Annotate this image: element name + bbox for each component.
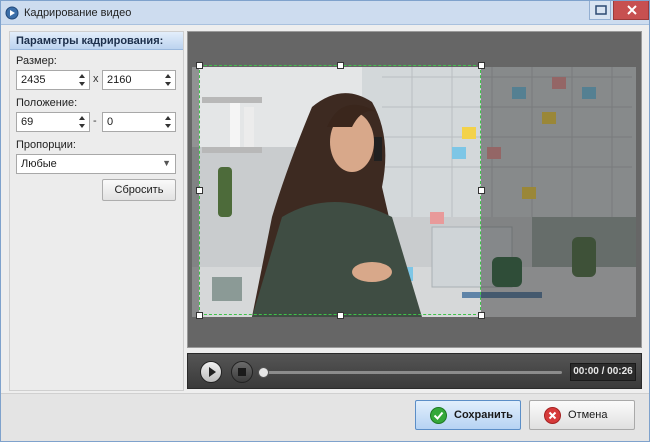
maximize-button[interactable] [589, 1, 611, 20]
width-spinbox[interactable]: 2435 [16, 70, 90, 90]
seek-thumb[interactable] [258, 367, 269, 378]
crop-handle-bottom[interactable] [337, 312, 344, 319]
pos-x-value: 69 [21, 116, 34, 128]
panel-title: Параметры кадрирования: [16, 35, 164, 47]
crop-handle-top-right[interactable] [478, 62, 485, 69]
cancel-label: Отмена [568, 409, 608, 421]
crop-handle-bottom-right[interactable] [478, 312, 485, 319]
window-title: Кадрирование видео [24, 7, 132, 19]
play-button[interactable] [200, 361, 222, 383]
crop-handle-left[interactable] [196, 187, 203, 194]
video-preview [187, 31, 642, 348]
time-display: 00:00 / 00:26 [570, 363, 636, 381]
size-label: Размер: [16, 55, 57, 67]
title-bar: Кадрирование видео [1, 1, 649, 25]
stop-button[interactable] [231, 361, 253, 383]
crop-handle-top-left[interactable] [196, 62, 203, 69]
crop-handle-right[interactable] [478, 187, 485, 194]
crop-video-dialog: Кадрирование видео Параметры кадрировани… [0, 0, 650, 442]
stop-icon [238, 368, 246, 376]
crop-frame[interactable] [199, 65, 481, 315]
spin-arrows-icon[interactable] [163, 72, 173, 88]
checkmark-icon [430, 407, 447, 424]
close-icon [544, 407, 561, 424]
playback-bar: 00:00 / 00:26 [187, 353, 642, 389]
size-separator: x [93, 73, 99, 85]
seek-track[interactable] [262, 371, 562, 374]
proportions-value: Любые [21, 158, 57, 170]
maximize-icon [595, 5, 607, 15]
close-icon [627, 5, 637, 15]
proportions-label: Пропорции: [16, 139, 76, 151]
panel-header: Параметры кадрирования: [10, 32, 183, 50]
spin-arrows-icon[interactable] [163, 114, 173, 130]
cancel-button[interactable]: Отмена [529, 400, 635, 430]
pos-y-spinbox[interactable]: 0 [102, 112, 176, 132]
pos-y-value: 0 [107, 116, 114, 128]
close-window-button[interactable] [613, 1, 649, 20]
proportions-dropdown[interactable]: Любые ▼ [16, 154, 176, 174]
crop-handle-top[interactable] [337, 62, 344, 69]
spin-arrows-icon[interactable] [77, 114, 87, 130]
save-button[interactable]: Сохранить [415, 400, 521, 430]
width-value: 2435 [21, 74, 46, 86]
play-icon [209, 367, 216, 377]
app-icon [5, 6, 19, 20]
crop-mask-right [481, 67, 636, 317]
save-label: Сохранить [454, 409, 513, 421]
height-value: 2160 [107, 74, 132, 86]
crop-settings-panel: Параметры кадрирования: Размер: 2435 x 2… [9, 31, 184, 391]
reset-button[interactable]: Сбросить [102, 179, 176, 201]
chevron-down-icon: ▼ [162, 158, 171, 168]
height-spinbox[interactable]: 2160 [102, 70, 176, 90]
position-label: Положение: [16, 97, 78, 109]
pos-x-spinbox[interactable]: 69 [16, 112, 90, 132]
crop-handle-bottom-left[interactable] [196, 312, 203, 319]
spin-arrows-icon[interactable] [77, 72, 87, 88]
dialog-footer: Сохранить Отмена [1, 393, 649, 441]
position-separator: - [93, 115, 97, 127]
